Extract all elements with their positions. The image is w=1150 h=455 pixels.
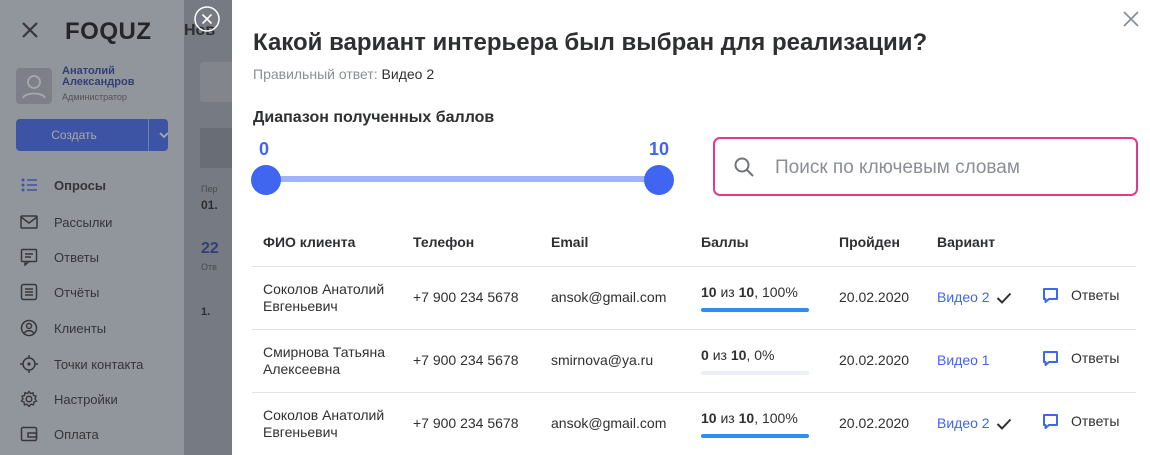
variant-link[interactable]: Видео 2 (937, 289, 990, 305)
score-cell: 10 из 10, 100% (690, 392, 828, 455)
variant-cell: Видео 1 (926, 329, 1031, 393)
score-progress-bar (701, 370, 809, 375)
client-phone: +7 900 234 5678 (402, 392, 540, 455)
score-progress-bar (701, 433, 809, 438)
variant-link[interactable]: Видео 1 (937, 352, 990, 368)
client-email: ansok@gmail.com (540, 392, 690, 455)
client-name: Соколов Анатолий Евгеньевич (252, 392, 402, 455)
score-cell: 0 из 10, 0% (690, 329, 828, 393)
table-header: ФИО клиента Телефон Email Баллы Пройден … (252, 218, 1136, 267)
range-title: Диапазон полученных баллов (253, 109, 495, 126)
client-name: Смирнова Татьяна Алексеевна (252, 329, 402, 393)
search-input[interactable]: Поиск по ключевым словам (713, 137, 1138, 196)
answers-button[interactable]: Ответы (1042, 413, 1119, 430)
variant-cell: Видео 2 (926, 266, 1031, 330)
answers-cell: Ответы (1031, 329, 1136, 393)
check-icon (996, 419, 1011, 431)
results-table: ФИО клиента Телефон Email Баллы Пройден … (252, 218, 1136, 455)
page-title: Какой вариант интерьера был выбран для р… (253, 29, 928, 56)
overlay[interactable] (0, 0, 232, 455)
column-header-score[interactable]: Баллы (690, 218, 828, 267)
check-icon (996, 293, 1011, 305)
range-track[interactable] (268, 176, 660, 182)
range-min-value: 0 (259, 139, 270, 159)
modal-close-icon[interactable] (193, 5, 221, 33)
column-header-variant[interactable]: Вариант (926, 218, 1031, 267)
answers-button[interactable]: Ответы (1042, 350, 1119, 367)
table-row: Соколов Анатолий Евгеньевич +7 900 234 56… (252, 392, 1136, 455)
column-header-email[interactable]: Email (540, 218, 690, 267)
passed-date: 20.02.2020 (828, 329, 926, 393)
search-placeholder: Поиск по ключевым словам (775, 157, 1020, 178)
client-email: smirnova@ya.ru (540, 329, 690, 393)
range-max-handle[interactable] (644, 165, 674, 195)
answers-button[interactable]: Ответы (1042, 287, 1119, 304)
answers-label: Ответы (1071, 350, 1120, 366)
answers-label: Ответы (1071, 287, 1120, 303)
comment-icon (1043, 414, 1058, 429)
score-cell: 10 из 10, 100% (690, 266, 828, 330)
range-max-value: 10 (649, 139, 670, 159)
close-icon[interactable] (1122, 10, 1140, 28)
score-progress-bar (701, 307, 809, 312)
range-min-handle[interactable] (251, 165, 281, 195)
answers-cell: Ответы (1031, 392, 1136, 455)
client-phone: +7 900 234 5678 (402, 329, 540, 393)
correct-answer-label: Правильный ответ: (253, 66, 378, 82)
answers-panel: Какой вариант интерьера был выбран для р… (232, 0, 1150, 455)
column-header-answers (1031, 218, 1136, 267)
passed-date: 20.02.2020 (828, 392, 926, 455)
table-row: Смирнова Татьяна Алексеевна +7 900 234 56… (252, 329, 1136, 393)
answers-cell: Ответы (1031, 266, 1136, 330)
comment-icon (1043, 351, 1058, 366)
passed-date: 20.02.2020 (828, 266, 926, 330)
answers-label: Ответы (1071, 413, 1120, 429)
search-icon (734, 157, 754, 177)
comment-icon (1043, 288, 1058, 303)
table-row: Соколов Анатолий Евгеньевич +7 900 234 56… (252, 266, 1136, 330)
variant-link[interactable]: Видео 2 (937, 415, 990, 431)
client-email: ansok@gmail.com (540, 266, 690, 330)
column-header-phone[interactable]: Телефон (402, 218, 540, 267)
variant-cell: Видео 2 (926, 392, 1031, 455)
correct-answer: Правильный ответ: Видео 2 (253, 66, 434, 82)
client-name: Соколов Анатолий Евгеньевич (252, 266, 402, 330)
column-header-passed[interactable]: Пройден (828, 218, 926, 267)
client-phone: +7 900 234 5678 (402, 266, 540, 330)
correct-answer-value: Видео 2 (381, 66, 435, 82)
column-header-name[interactable]: ФИО клиента (252, 218, 402, 267)
